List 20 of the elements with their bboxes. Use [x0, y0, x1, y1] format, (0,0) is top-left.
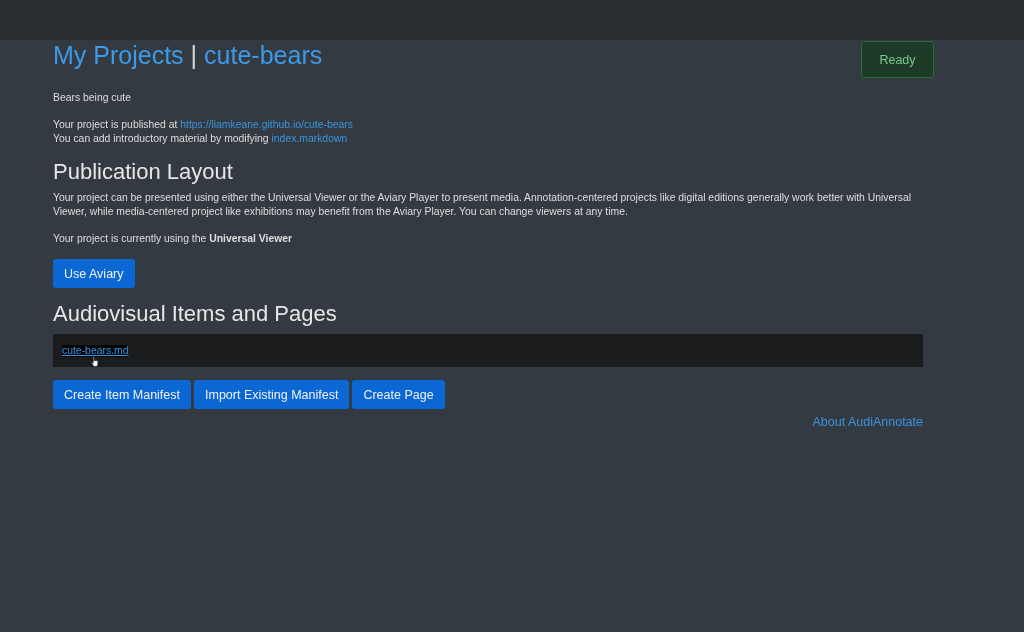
status-badge: Ready — [861, 41, 934, 78]
section-heading: Publication Layout — [53, 159, 233, 185]
title-separator: | — [190, 40, 198, 70]
project-name-link[interactable]: cute-bears — [204, 40, 323, 70]
action-button[interactable]: Import Existing Manifest — [194, 380, 350, 409]
item-link[interactable]: cute-bears.md — [62, 344, 129, 357]
info-link[interactable]: https://liamkeane.github.io/cute-bears — [180, 119, 353, 130]
about-link[interactable]: About AudiAnnotate — [812, 414, 923, 430]
info-line: You can add introductory material by modifying index.markdown — [53, 132, 348, 146]
my-projects-link[interactable]: My Projects — [53, 40, 184, 70]
use-aviary-button[interactable]: Use Aviary — [53, 259, 135, 288]
project-description: Bears being cute — [53, 91, 132, 105]
layout-description: Your project can be presented using either the Universal Viewer or the Aviary Player to present media. Annotation-centered projects like digital editions generally work better with Universal Viewer, while media-centered project like exhibitions may benefit from the Aviary Player. You can change viewers at any time. — [53, 191, 913, 219]
current-viewer-text: Your project is currently using the Universal Viewer — [53, 232, 294, 246]
info-line: Your project is published at https://liamkeane.github.io/cute-bears — [53, 118, 353, 132]
section-heading: Audiovisual Items and Pages — [53, 301, 337, 327]
hand-pointer-icon — [91, 356, 99, 367]
action-button[interactable]: Create Item Manifest — [53, 380, 191, 409]
action-button[interactable]: Create Page — [352, 380, 445, 409]
info-link[interactable]: index.markdown — [271, 133, 348, 144]
